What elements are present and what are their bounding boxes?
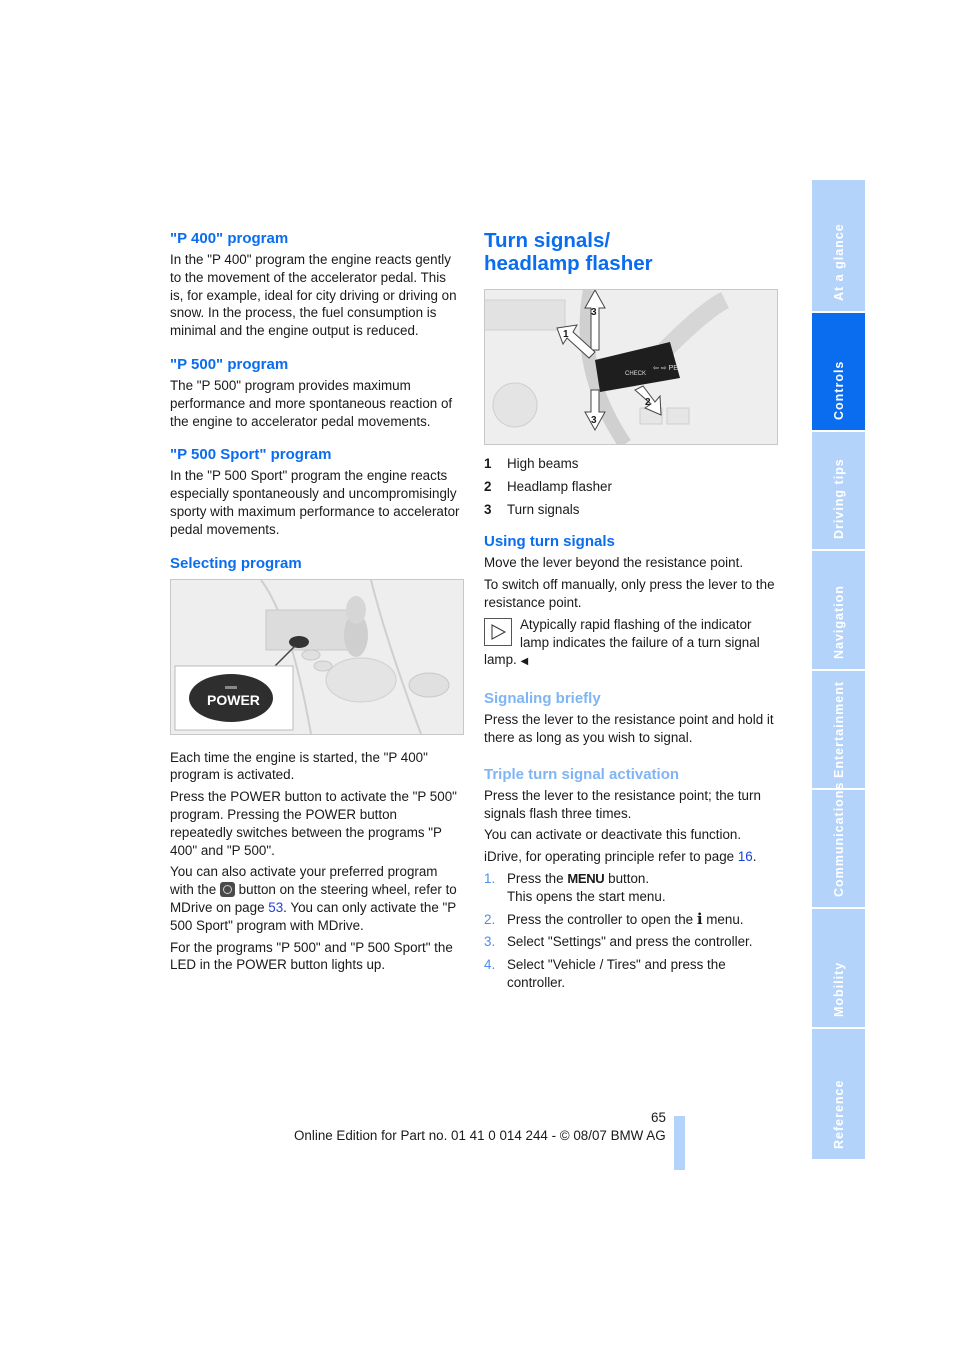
- note-triangle-icon: [484, 617, 512, 646]
- legend-item: 3 Turn signals: [484, 501, 776, 519]
- tab-label: At a glance: [831, 223, 846, 301]
- tab-entertainment[interactable]: Entertainment: [812, 671, 865, 788]
- console-illustration: [171, 579, 463, 734]
- paragraph: Press the lever to the resistance point …: [484, 712, 774, 745]
- tab-label: Reference: [831, 1079, 846, 1149]
- paragraph: For the programs "P 500" and "P 500 Spor…: [170, 939, 453, 973]
- text-run: button.: [608, 870, 650, 886]
- section-heading: Triple turn signal activation: [484, 765, 680, 783]
- text-run: Press the controller to open the: [507, 911, 694, 927]
- section-text: In the "P 400" program the engine reacts…: [170, 252, 457, 339]
- section-heading: Selecting program: [170, 554, 302, 572]
- step-number: 2.: [484, 911, 496, 927]
- text-run: iDrive, for operating principle refer to…: [484, 849, 735, 865]
- section-triple-turn-signal: Triple turn signal activation Press the …: [484, 765, 776, 992]
- lever-illustration: CHECK ⇦ ⇨ PE: [485, 290, 777, 444]
- step-text: Press the MENU button. This opens the st…: [507, 870, 666, 906]
- figure-legend: 1 High beams 2 Headlamp flasher 3 Turn s…: [484, 455, 776, 518]
- section-text: The "P 500" program provides maximum per…: [170, 377, 453, 429]
- svg-text:CHECK: CHECK: [625, 371, 646, 377]
- page-marker-bar: [674, 1116, 685, 1170]
- steering-wheel-mdrive-button-icon: [219, 882, 235, 898]
- step-text: Press the controller to open the i menu.: [507, 909, 744, 929]
- text-run: .: [752, 849, 757, 865]
- step-number: 4.: [484, 957, 496, 973]
- page-link-16[interactable]: 16: [738, 849, 753, 864]
- paragraph: To switch off manually, only press the l…: [484, 577, 775, 610]
- page-link-53[interactable]: 53: [268, 900, 283, 915]
- tab-label: Navigation: [831, 585, 846, 659]
- figure-callout-3-up: 3: [591, 307, 597, 318]
- figure-callout-3-down: 3: [591, 415, 597, 426]
- legend-item: 1 High beams: [484, 455, 776, 473]
- legend-number: 1: [484, 456, 492, 471]
- steps-list: 1. Press the MENU button. This opens the…: [484, 870, 776, 992]
- tab-mobility[interactable]: Mobility: [812, 909, 865, 1027]
- paragraph: Press the lever to the resistance point;…: [484, 787, 761, 821]
- section-heading: "P 400" program: [170, 230, 289, 247]
- paragraph: You can activate or deactivate this func…: [484, 827, 742, 843]
- paragraph: iDrive, for operating principle refer to…: [484, 848, 776, 866]
- step-text: Select "Settings" and press the controll…: [507, 934, 753, 950]
- legend-number: 3: [484, 501, 492, 517]
- paragraph: Each time the engine is started, the "P …: [170, 749, 428, 783]
- tab-controls[interactable]: Controls: [812, 313, 865, 430]
- right-column: Turn signals/ headlamp flasher CHECK ⇦ ⇨…: [484, 229, 778, 997]
- footer-edition: Online Edition for Part no. 01 41 0 014 …: [294, 1128, 666, 1143]
- page-number: 65: [651, 1110, 666, 1125]
- step-item: 4. Select "Vehicle / Tires" and press th…: [484, 956, 776, 992]
- section-heading: Using turn signals: [484, 533, 615, 551]
- paragraph: Move the lever beyond the resistance poi…: [484, 555, 744, 571]
- legend-label: High beams: [507, 456, 579, 471]
- tab-label: Controls: [831, 360, 846, 420]
- step-text: Select "Vehicle / Tires" and press the c…: [507, 957, 726, 990]
- figure-callout-2: 2: [645, 397, 651, 408]
- section-using-turn-signals: Using turn signals Move the lever beyond…: [484, 532, 776, 671]
- tab-at-a-glance[interactable]: At a glance: [812, 180, 865, 311]
- tab-navigation[interactable]: Navigation: [812, 551, 865, 669]
- note-box: Atypically rapid flashing of the indicat…: [484, 616, 776, 671]
- tab-reference[interactable]: Reference: [812, 1029, 865, 1159]
- tab-label: Mobility: [831, 961, 846, 1017]
- section-heading: "P 500 Sport" program: [170, 446, 332, 464]
- menu-button-icon: MENU: [567, 870, 605, 886]
- step-number: 3.: [484, 934, 496, 950]
- section-selecting-program: Selecting program POWER Each time the en…: [170, 554, 464, 975]
- paragraph: Press the POWER button to activate the "…: [170, 789, 457, 858]
- figure-callout-1: 1: [563, 329, 569, 340]
- tab-label: Driving tips: [831, 458, 846, 539]
- turn-signal-lever-figure: CHECK ⇦ ⇨ PE 1 2 3 3: [484, 289, 778, 445]
- power-button-label: POWER: [207, 691, 260, 708]
- info-menu-icon: i: [696, 909, 703, 928]
- legend-label: Turn signals: [507, 501, 580, 517]
- chapter-tabs: At a glance Controls Driving tips Naviga…: [812, 180, 865, 1161]
- step-item: 1. Press the MENU button. This opens the…: [484, 870, 776, 906]
- legend-item: 2 Headlamp flasher: [484, 478, 776, 496]
- legend-number: 2: [484, 478, 492, 494]
- tab-label: Communications: [831, 781, 846, 897]
- section-signaling-briefly: Signaling briefly Press the lever to the…: [484, 689, 776, 747]
- power-button-figure: POWER: [170, 578, 464, 735]
- section-text: In the "P 500 Sport" program the engine …: [170, 468, 460, 537]
- paragraph: You can also activate your preferred pro…: [170, 863, 462, 934]
- section-p400: "P 400" program In the "P 400" program t…: [170, 229, 462, 340]
- page-title: Turn signals/ headlamp flasher: [484, 229, 653, 275]
- left-column: "P 400" program In the "P 400" program t…: [170, 229, 464, 978]
- text-run: menu.: [706, 911, 744, 927]
- end-marker-icon: ◀: [520, 656, 529, 668]
- step-item: 2. Press the controller to open the i me…: [484, 909, 776, 929]
- section-p500-sport: "P 500 Sport" program In the "P 500 Spor…: [170, 445, 462, 538]
- tab-driving-tips[interactable]: Driving tips: [812, 432, 865, 549]
- tab-communications[interactable]: Communications: [812, 782, 865, 907]
- tab-label: Entertainment: [831, 680, 846, 778]
- text-run: This opens the start menu.: [507, 888, 666, 904]
- step-number: 1.: [484, 870, 496, 886]
- svg-text:⇦ ⇨ PE: ⇦ ⇨ PE: [653, 365, 678, 372]
- step-item: 3. Select "Settings" and press the contr…: [484, 933, 776, 951]
- text-run: Press the: [507, 870, 564, 886]
- section-p500: "P 500" program The "P 500" program prov…: [170, 355, 462, 430]
- section-heading: "P 500" program: [170, 355, 289, 373]
- section-heading: Signaling briefly: [484, 690, 601, 708]
- legend-label: Headlamp flasher: [507, 478, 612, 494]
